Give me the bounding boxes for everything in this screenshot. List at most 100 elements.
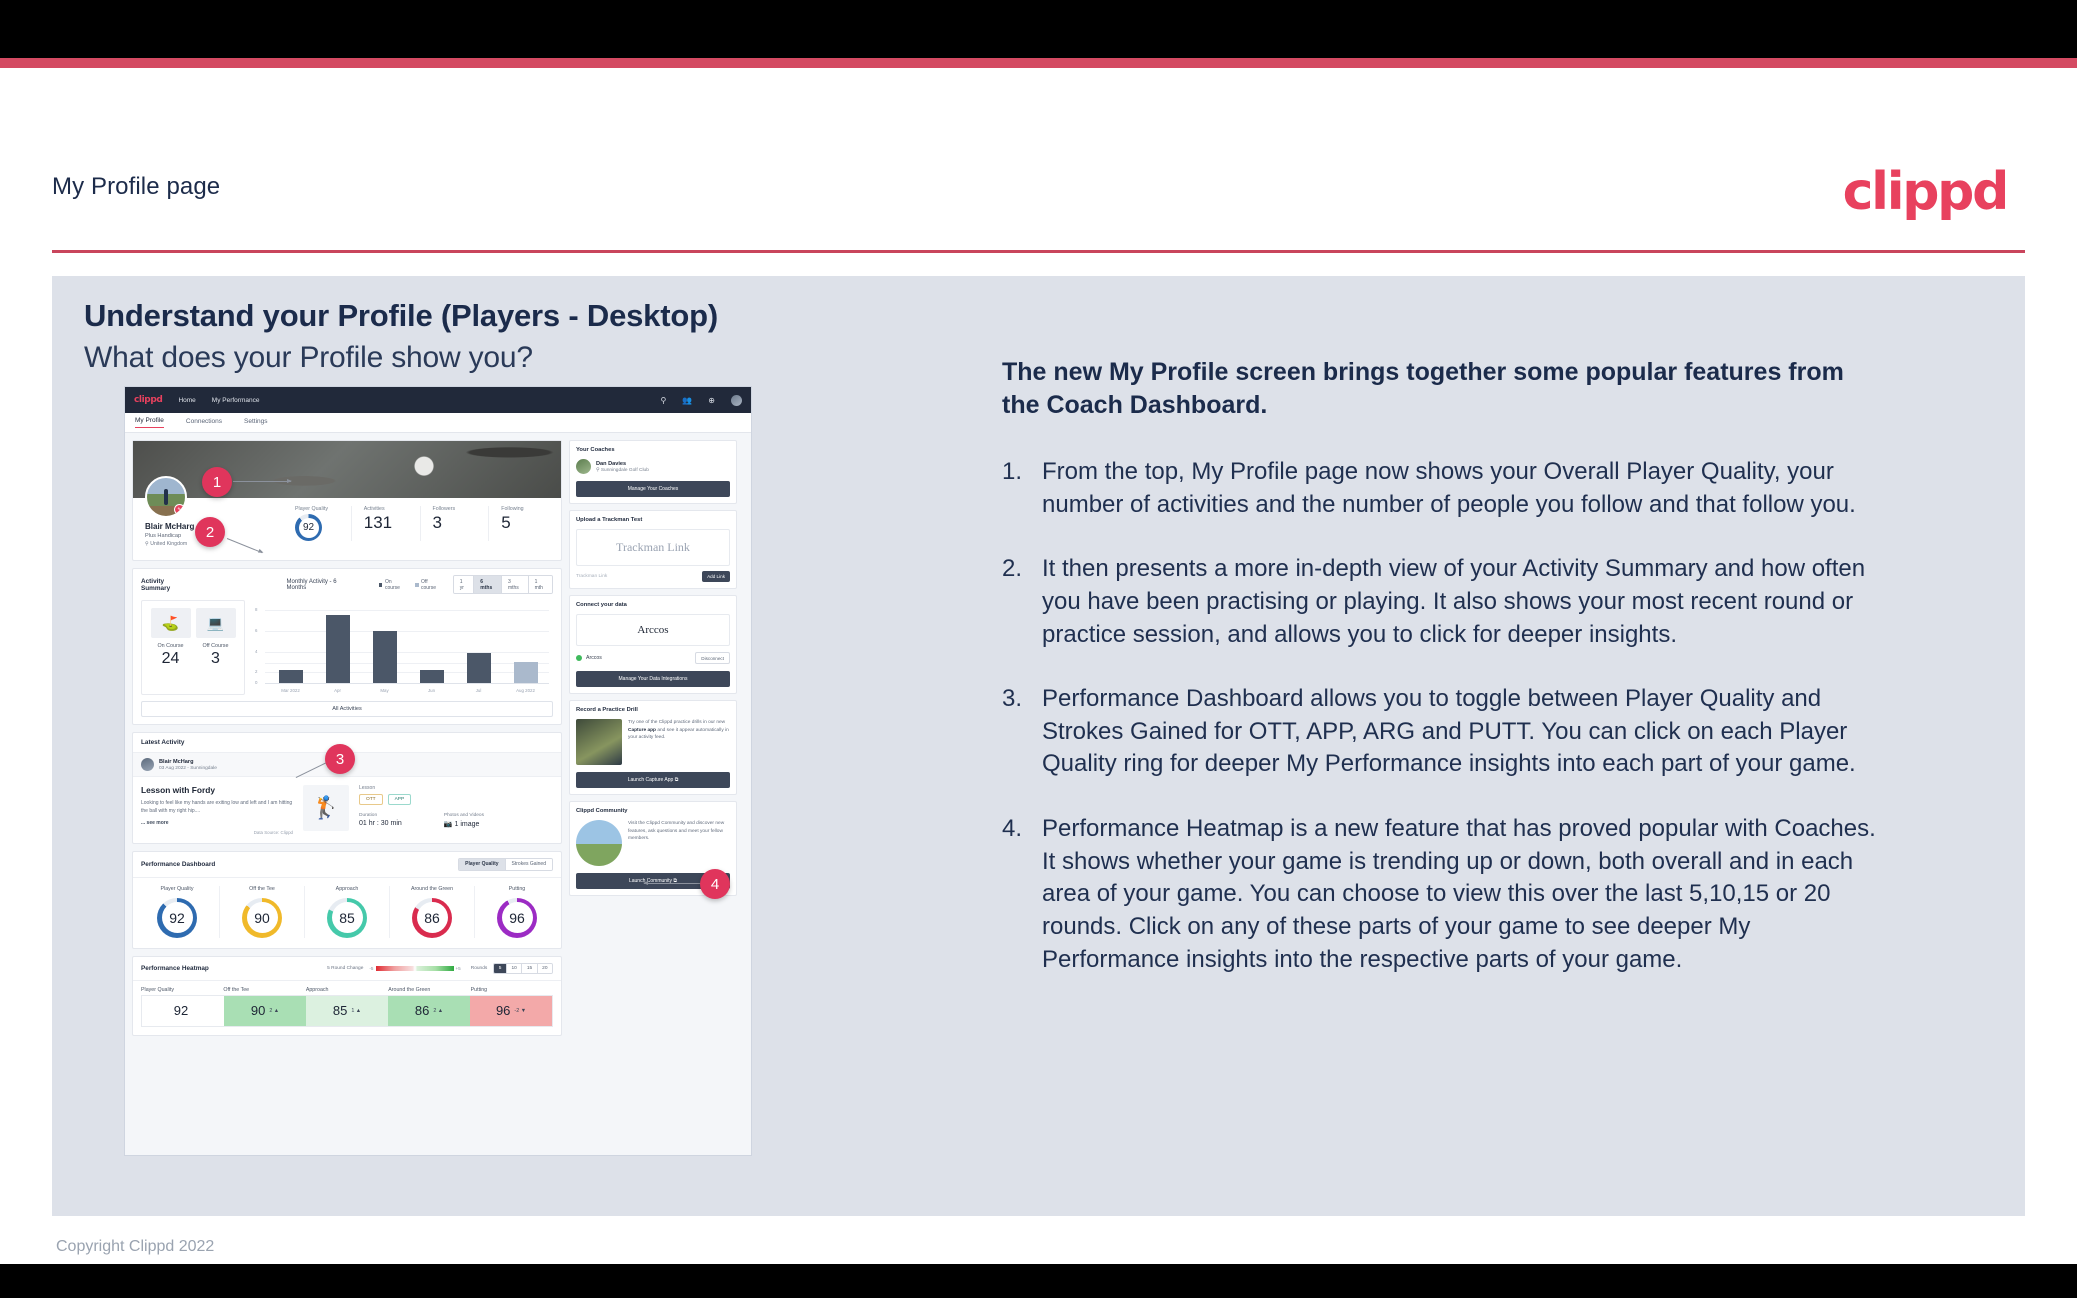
legend-off-course: Off course: [414, 579, 443, 591]
trackman-link-input[interactable]: Trackman Link: [576, 574, 697, 579]
ring-value: 92: [298, 517, 319, 538]
ring-putting[interactable]: Putting 96: [474, 885, 559, 938]
activity-summary-body: ⛳ On Course 24 💻 Off Course 3 8 6 4 2 0 …: [133, 600, 561, 701]
performance-dashboard-title: Performance Dashboard: [141, 860, 216, 868]
cell-value: 86: [414, 1003, 430, 1018]
player-quality-ring[interactable]: 92: [295, 514, 322, 541]
rounds-5[interactable]: 5: [494, 963, 506, 973]
ring-graphic[interactable]: 86: [412, 897, 452, 938]
range-selector[interactable]: 1 yr 6 mths 3 mths 1 mth: [452, 575, 554, 594]
callout-marker-2[interactable]: 2: [195, 517, 225, 547]
trackman-input-row: Trackman Link Add Link: [576, 571, 730, 582]
heatmap-cell-off-the-tee[interactable]: 90 2 ▲: [224, 995, 306, 1026]
stat-label: Player Quality: [295, 506, 328, 512]
callout-marker-3[interactable]: 3: [325, 744, 355, 774]
callout-marker-4[interactable]: 4: [700, 869, 730, 899]
ring-graphic[interactable]: 90: [242, 897, 282, 938]
dashboard-toggle[interactable]: Player Quality Strokes Gained: [458, 857, 553, 871]
golf-swing-icon: 🏌: [303, 785, 349, 831]
heatmap-cell-player-quality[interactable]: 92: [142, 995, 224, 1026]
x-label: Apr: [334, 688, 341, 693]
add-link-button[interactable]: Add Link: [702, 571, 730, 582]
tile-on-course[interactable]: ⛳ On Course 24: [150, 608, 191, 687]
heatmap-label: Around the Green: [388, 986, 431, 993]
profile-location: ⚲ United Kingdom: [145, 541, 188, 547]
heading: Understand your Profile (Players - Deskt…: [84, 298, 718, 333]
nav-link-my-performance[interactable]: My Performance: [212, 397, 260, 404]
manage-integrations-button[interactable]: Manage Your Data Integrations: [576, 671, 730, 687]
list-number: 4.: [1002, 815, 1023, 842]
stat-player-quality[interactable]: Player Quality 92: [283, 506, 351, 541]
heatmap-cell-putting[interactable]: 96 -2 ▼: [470, 995, 552, 1026]
manage-coaches-button[interactable]: Manage Your Coaches: [576, 481, 730, 497]
bar-apr: [325, 615, 350, 683]
coach-row[interactable]: Dan Davies ⚲ Sunningdale Golf Club: [576, 459, 730, 474]
tab-my-profile[interactable]: My Profile: [135, 417, 164, 428]
slide-deck: My Profile page clippd Understand your P…: [0, 0, 2077, 1298]
range-6mths[interactable]: 6 mths: [473, 576, 501, 593]
stat-activities[interactable]: Activities 131: [350, 506, 420, 541]
ring-off-the-tee[interactable]: Off the Tee 90: [219, 885, 304, 938]
arccos-status-row: Arccos Disconnect: [576, 652, 730, 664]
ring-player-quality[interactable]: Player Quality 92: [135, 886, 219, 938]
ring-graphic[interactable]: 92: [157, 897, 197, 938]
profile-stats: Player Quality 92 Activities 131 Followe…: [283, 506, 557, 541]
activity-summary-header: Activity Summary Monthly Activity - 6 Mo…: [133, 569, 561, 600]
callout-marker-1[interactable]: 1: [202, 467, 232, 497]
list-number: 3.: [1002, 685, 1023, 713]
clippd-logo: clippd: [1842, 162, 2010, 222]
avatar-figure: [164, 488, 169, 505]
scale-label: 5 Round Change: [327, 965, 364, 971]
stat-value: 131: [363, 513, 393, 532]
heatmap-label: Off the Tee: [223, 986, 250, 993]
rounds-label: Rounds: [470, 965, 488, 971]
ring-graphic[interactable]: 96: [497, 897, 537, 938]
connected-status-icon: [576, 655, 582, 661]
bar-mar: [278, 669, 303, 683]
search-icon[interactable]: ⚲: [660, 396, 666, 405]
community-photo: [576, 820, 622, 866]
tag-ott[interactable]: OTT: [359, 794, 383, 805]
avatar-icon[interactable]: [731, 394, 742, 406]
ring-around-the-green[interactable]: Around the Green 86: [389, 885, 474, 938]
heatmap-cell-around-the-green[interactable]: 86 2 ▲: [388, 995, 470, 1026]
tab-settings[interactable]: Settings: [244, 418, 268, 428]
app-logo[interactable]: clippd: [134, 395, 163, 405]
monthly-activity-title: Monthly Activity - 6 Months: [286, 578, 337, 591]
avatar[interactable]: ✎: [145, 476, 187, 518]
see-more-link[interactable]: ... see more: [141, 820, 293, 826]
cell-delta: 1 ▲: [351, 1007, 362, 1014]
range-3mths[interactable]: 3 mths: [500, 576, 528, 593]
flag-green-icon: ⛳: [150, 608, 191, 638]
rounds-20[interactable]: 20: [536, 963, 552, 973]
activity-body: Lesson with Fordy Looking to feel like m…: [133, 777, 561, 843]
add-circle-icon[interactable]: ⊕: [708, 396, 715, 405]
quality-rings: Player Quality 92 Off the Tee 90 Approac…: [133, 878, 561, 948]
stat-following[interactable]: Following 5: [488, 506, 557, 541]
coach-avatar: [576, 459, 591, 474]
list-item: 3. Performance Dashboard allows you to t…: [1002, 683, 1882, 781]
edit-avatar-icon[interactable]: ✎: [174, 504, 185, 515]
list-item: 4. Performance Heatmap is a new feature …: [1002, 813, 1882, 976]
tab-connections[interactable]: Connections: [186, 418, 222, 428]
ring-label: Around the Green: [410, 885, 454, 892]
app-screenshot: clippd Home My Performance ⚲ 👥 ⊕ My Prof…: [124, 386, 752, 1156]
range-1mth[interactable]: 1 mth: [527, 576, 553, 593]
heatmap-cell-approach[interactable]: 85 1 ▲: [306, 995, 388, 1026]
rounds-10[interactable]: 10: [505, 963, 522, 973]
rounds-selector[interactable]: 5 10 15 20: [493, 962, 553, 974]
toggle-strokes-gained[interactable]: Strokes Gained: [504, 858, 552, 870]
launch-capture-app-button[interactable]: Launch Capture App ⧉: [576, 772, 730, 788]
ring-graphic[interactable]: 85: [327, 897, 367, 938]
ring-approach[interactable]: Approach 85: [304, 885, 389, 938]
toggle-player-quality[interactable]: Player Quality: [459, 858, 505, 870]
tag-app[interactable]: APP: [387, 794, 412, 805]
stat-followers[interactable]: Followers 3: [419, 506, 489, 541]
people-icon[interactable]: 👥: [682, 396, 692, 405]
tile-off-course[interactable]: 💻 Off Course 3: [195, 608, 236, 687]
rounds-15[interactable]: 15: [521, 963, 537, 973]
all-activities-button[interactable]: All Activities: [141, 701, 553, 717]
range-1yr[interactable]: 1 yr: [453, 576, 474, 593]
disconnect-button[interactable]: Disconnect: [695, 652, 730, 664]
nav-link-home[interactable]: Home: [178, 397, 195, 404]
